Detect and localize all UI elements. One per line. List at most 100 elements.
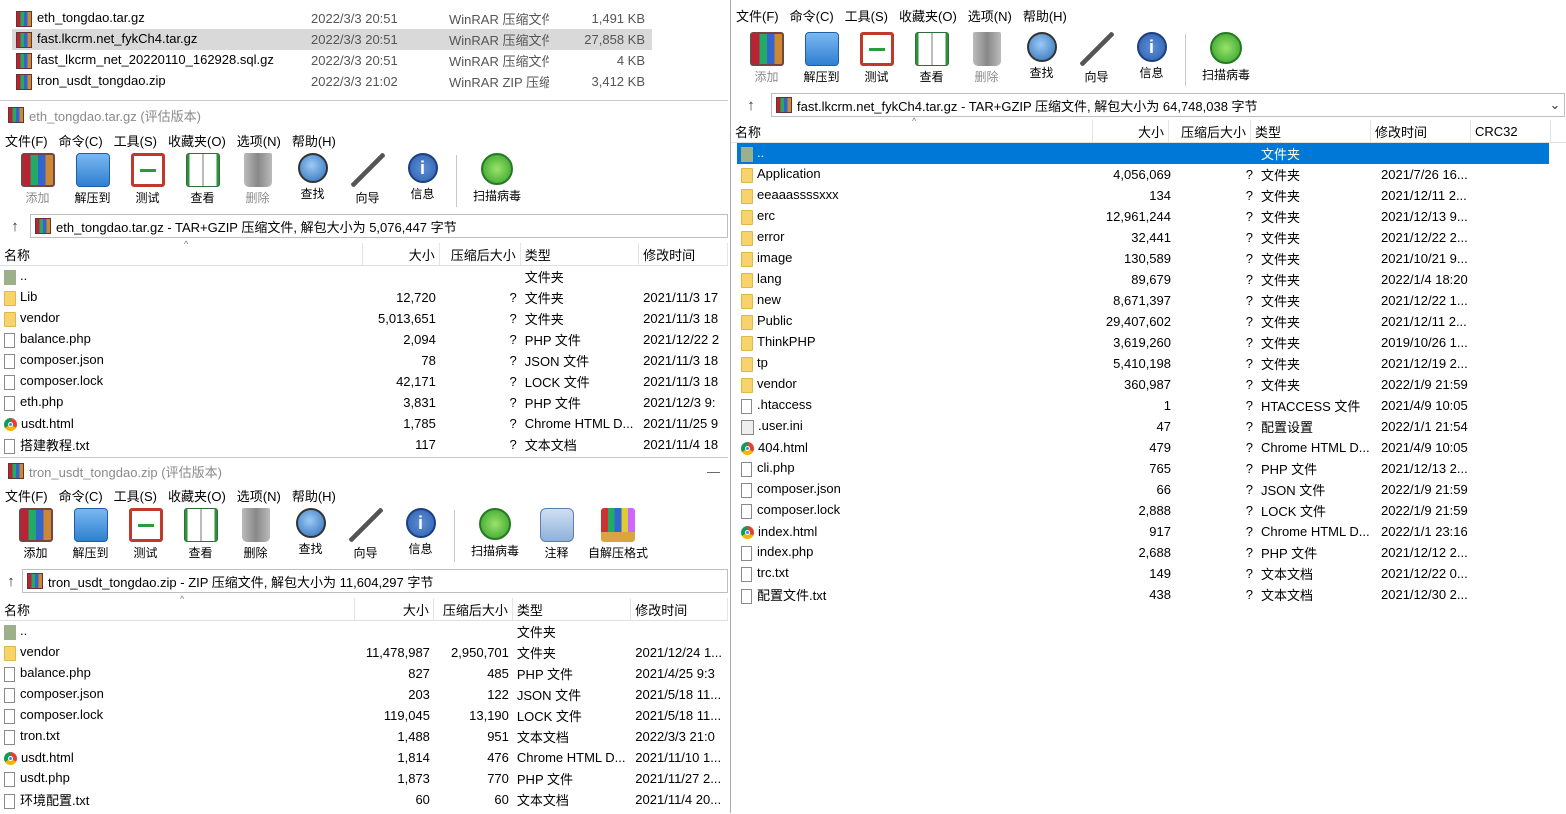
column-header-3[interactable]: 类型 <box>1251 120 1371 142</box>
toolbar-button[interactable]: 测试 <box>120 151 175 206</box>
list-item[interactable]: fast.lkcrm.net_fykCh4.tar.gz 2022/3/3 20:… <box>12 29 652 50</box>
menu-item[interactable]: 工具(S) <box>114 131 157 150</box>
menu-item[interactable]: 命令(C) <box>790 6 834 25</box>
menu-item[interactable]: 文件(F) <box>5 131 48 150</box>
table-row[interactable]: .. 文件夹 <box>0 266 728 287</box>
column-header-2[interactable]: 压缩后大小 <box>434 598 513 620</box>
table-row[interactable]: Lib 12,720? 文件夹 2021/11/3 17 <box>0 287 728 308</box>
menu-item[interactable]: 工具(S) <box>114 486 157 505</box>
table-row[interactable]: image 130,589? 文件夹 2021/10/21 9... <box>737 248 1566 269</box>
list-item[interactable]: eth_tongdao.tar.gz 2022/3/3 20:51 WinRAR 压… <box>12 8 652 29</box>
toolbar-button[interactable]: 扫描病毒 <box>1192 30 1260 83</box>
toolbar-button[interactable]: 删除 <box>228 506 283 561</box>
table-row[interactable]: composer.json 78? JSON 文件 2021/11/3 18 <box>0 350 728 371</box>
column-header-2[interactable]: 压缩后大小 <box>1169 120 1251 142</box>
column-header-4[interactable]: 修改时间 <box>639 243 728 265</box>
toolbar-button[interactable]: i 信息 <box>1124 30 1179 81</box>
toolbar-button[interactable]: 向导 <box>1069 30 1124 85</box>
menu-item[interactable]: 帮助(H) <box>1023 6 1067 25</box>
menu-item[interactable]: 收藏夹(O) <box>899 6 957 25</box>
table-row[interactable]: 搭建教程.txt 117? 文本文档 2021/11/4 18 <box>0 434 728 455</box>
column-header-0[interactable]: 名称 <box>0 243 363 265</box>
window-title-bar[interactable]: tron_usdt_tongdao.zip (评估版本) — <box>0 458 728 484</box>
table-row[interactable]: erc 12,961,244? 文件夹 2021/12/13 9... <box>737 206 1566 227</box>
toolbar-button[interactable]: 查看 <box>173 506 228 561</box>
table-row[interactable]: tp 5,410,198? 文件夹 2021/12/19 2... <box>737 353 1566 374</box>
column-header-5[interactable]: CRC32 <box>1471 120 1551 142</box>
list-item[interactable]: fast_lkcrm_net_20220110_162928.sql.gz 202… <box>12 50 652 71</box>
table-row[interactable]: cli.php 765? PHP 文件 2021/12/13 2... <box>737 458 1566 479</box>
menu-item[interactable]: 命令(C) <box>59 131 103 150</box>
table-row[interactable]: vendor 11,478,987 2,950,701 文件夹 2021/12/24 1… <box>0 642 728 663</box>
toolbar-button[interactable]: 注释 <box>529 506 584 561</box>
table-row[interactable]: Application 4,056,069? 文件夹 2021/7/26 16... <box>737 164 1566 185</box>
toolbar-button[interactable]: 向导 <box>338 506 393 561</box>
table-row[interactable]: composer.json 66? JSON 文件 2022/1/9 21:59 <box>737 479 1566 500</box>
column-header-1[interactable]: 大小 <box>363 243 440 265</box>
table-row[interactable]: composer.json 203 122 JSON 文件 2021/5/18 11..… <box>0 684 728 705</box>
table-row[interactable]: lang 89,679? 文件夹 2022/1/4 18:20 <box>737 269 1566 290</box>
window-title-bar[interactable]: eth_tongdao.tar.gz (评估版本) <box>0 101 728 129</box>
toolbar-button[interactable]: 向导 <box>340 151 395 206</box>
table-row[interactable]: index.html 917? Chrome HTML D... 2022/1/1 2… <box>737 521 1566 542</box>
table-row[interactable]: .htaccess 1? HTACCESS 文件 2021/4/9 10:05 <box>737 395 1566 416</box>
chevron-down-icon[interactable]: ⌄ <box>1546 97 1564 113</box>
table-row[interactable]: vendor 5,013,651? 文件夹 2021/11/3 18 <box>0 308 728 329</box>
table-row[interactable]: eeaaassssxxx 134? 文件夹 2021/12/11 2... <box>737 185 1566 206</box>
address-field[interactable]: tron_usdt_tongdao.zip - ZIP 压缩文件, 解包大小为 … <box>22 569 728 593</box>
menu-item[interactable]: 工具(S) <box>845 6 888 25</box>
toolbar-button[interactable]: 测试 <box>849 30 904 85</box>
toolbar-button[interactable]: 扫描病毒 <box>463 151 531 204</box>
table-row[interactable]: index.php 2,688? PHP 文件 2021/12/12 2... <box>737 542 1566 563</box>
column-header-1[interactable]: 大小 <box>1093 120 1169 142</box>
toolbar-button[interactable]: 解压到 <box>63 506 118 561</box>
table-row[interactable]: composer.lock 42,171? LOCK 文件 2021/11/3 18 <box>0 371 728 392</box>
table-row[interactable]: composer.lock 119,045 13,190 LOCK 文件 2021/5/… <box>0 705 728 726</box>
menu-item[interactable]: 帮助(H) <box>292 486 336 505</box>
menu-item[interactable]: 帮助(H) <box>292 131 336 150</box>
table-row[interactable]: .. 文件夹 <box>0 621 728 642</box>
toolbar-button[interactable]: 查找 <box>1014 30 1069 81</box>
menu-item[interactable]: 命令(C) <box>59 486 103 505</box>
menu-item[interactable]: 选项(N) <box>237 131 281 150</box>
toolbar-button[interactable]: 解压到 <box>794 30 849 85</box>
table-row[interactable]: error 32,441? 文件夹 2021/12/22 2... <box>737 227 1566 248</box>
table-row[interactable]: Public 29,407,602? 文件夹 2021/12/11 2... <box>737 311 1566 332</box>
toolbar-button[interactable]: i 信息 <box>393 506 448 557</box>
table-row[interactable]: trc.txt 149? 文本文档 2021/12/22 0... <box>737 563 1566 584</box>
add-button[interactable]: 添加 <box>10 151 65 206</box>
column-header-4[interactable]: 修改时间 <box>1371 120 1471 142</box>
table-row[interactable]: vendor 360,987? 文件夹 2022/1/9 21:59 <box>737 374 1566 395</box>
table-row[interactable]: 配置文件.txt 438? 文本文档 2021/12/30 2... <box>737 584 1566 605</box>
toolbar-button[interactable]: 测试 <box>118 506 173 561</box>
menu-item[interactable]: 文件(F) <box>736 6 779 25</box>
toolbar-button[interactable]: 解压到 <box>65 151 120 206</box>
table-row[interactable]: ThinkPHP 3,619,260? 文件夹 2019/10/26 1... <box>737 332 1566 353</box>
column-header-3[interactable]: 类型 <box>521 243 640 265</box>
menu-item[interactable]: 文件(F) <box>5 486 48 505</box>
add-button[interactable]: 添加 <box>739 30 794 85</box>
table-row[interactable]: usdt.html 1,814 476 Chrome HTML D... 2021/11… <box>0 747 728 768</box>
add-button[interactable]: 添加 <box>8 506 63 561</box>
up-arrow-icon[interactable]: ↑ <box>731 97 771 114</box>
table-row[interactable]: balance.php 2,094? PHP 文件 2021/12/22 2 <box>0 329 728 350</box>
toolbar-button[interactable]: 查看 <box>904 30 959 85</box>
toolbar-button[interactable]: 扫描病毒 <box>461 506 529 559</box>
column-header-4[interactable]: 修改时间 <box>631 598 728 620</box>
up-arrow-icon[interactable]: ↑ <box>0 218 30 235</box>
table-row[interactable]: usdt.html 1,785? Chrome HTML D... 2021/11/2… <box>0 413 728 434</box>
toolbar-button[interactable]: 查看 <box>175 151 230 206</box>
toolbar-button[interactable]: 自解压格式 <box>584 506 652 561</box>
toolbar-button[interactable]: 删除 <box>959 30 1014 85</box>
table-row[interactable]: 404.html 479? Chrome HTML D... 2021/4/9 10:… <box>737 437 1566 458</box>
column-header-0[interactable]: 名称 <box>0 598 355 620</box>
menu-item[interactable]: 选项(N) <box>237 486 281 505</box>
table-row[interactable]: eth.php 3,831? PHP 文件 2021/12/3 9: <box>0 392 728 413</box>
table-row[interactable]: composer.lock 2,888? LOCK 文件 2022/1/9 21:59 <box>737 500 1566 521</box>
toolbar-button[interactable]: i 信息 <box>395 151 450 202</box>
menu-item[interactable]: 收藏夹(O) <box>168 486 226 505</box>
toolbar-button[interactable]: 删除 <box>230 151 285 206</box>
table-row[interactable]: usdt.php 1,873 770 PHP 文件 2021/11/27 2... <box>0 768 728 789</box>
menu-item[interactable]: 选项(N) <box>968 6 1012 25</box>
column-header-1[interactable]: 大小 <box>355 598 434 620</box>
